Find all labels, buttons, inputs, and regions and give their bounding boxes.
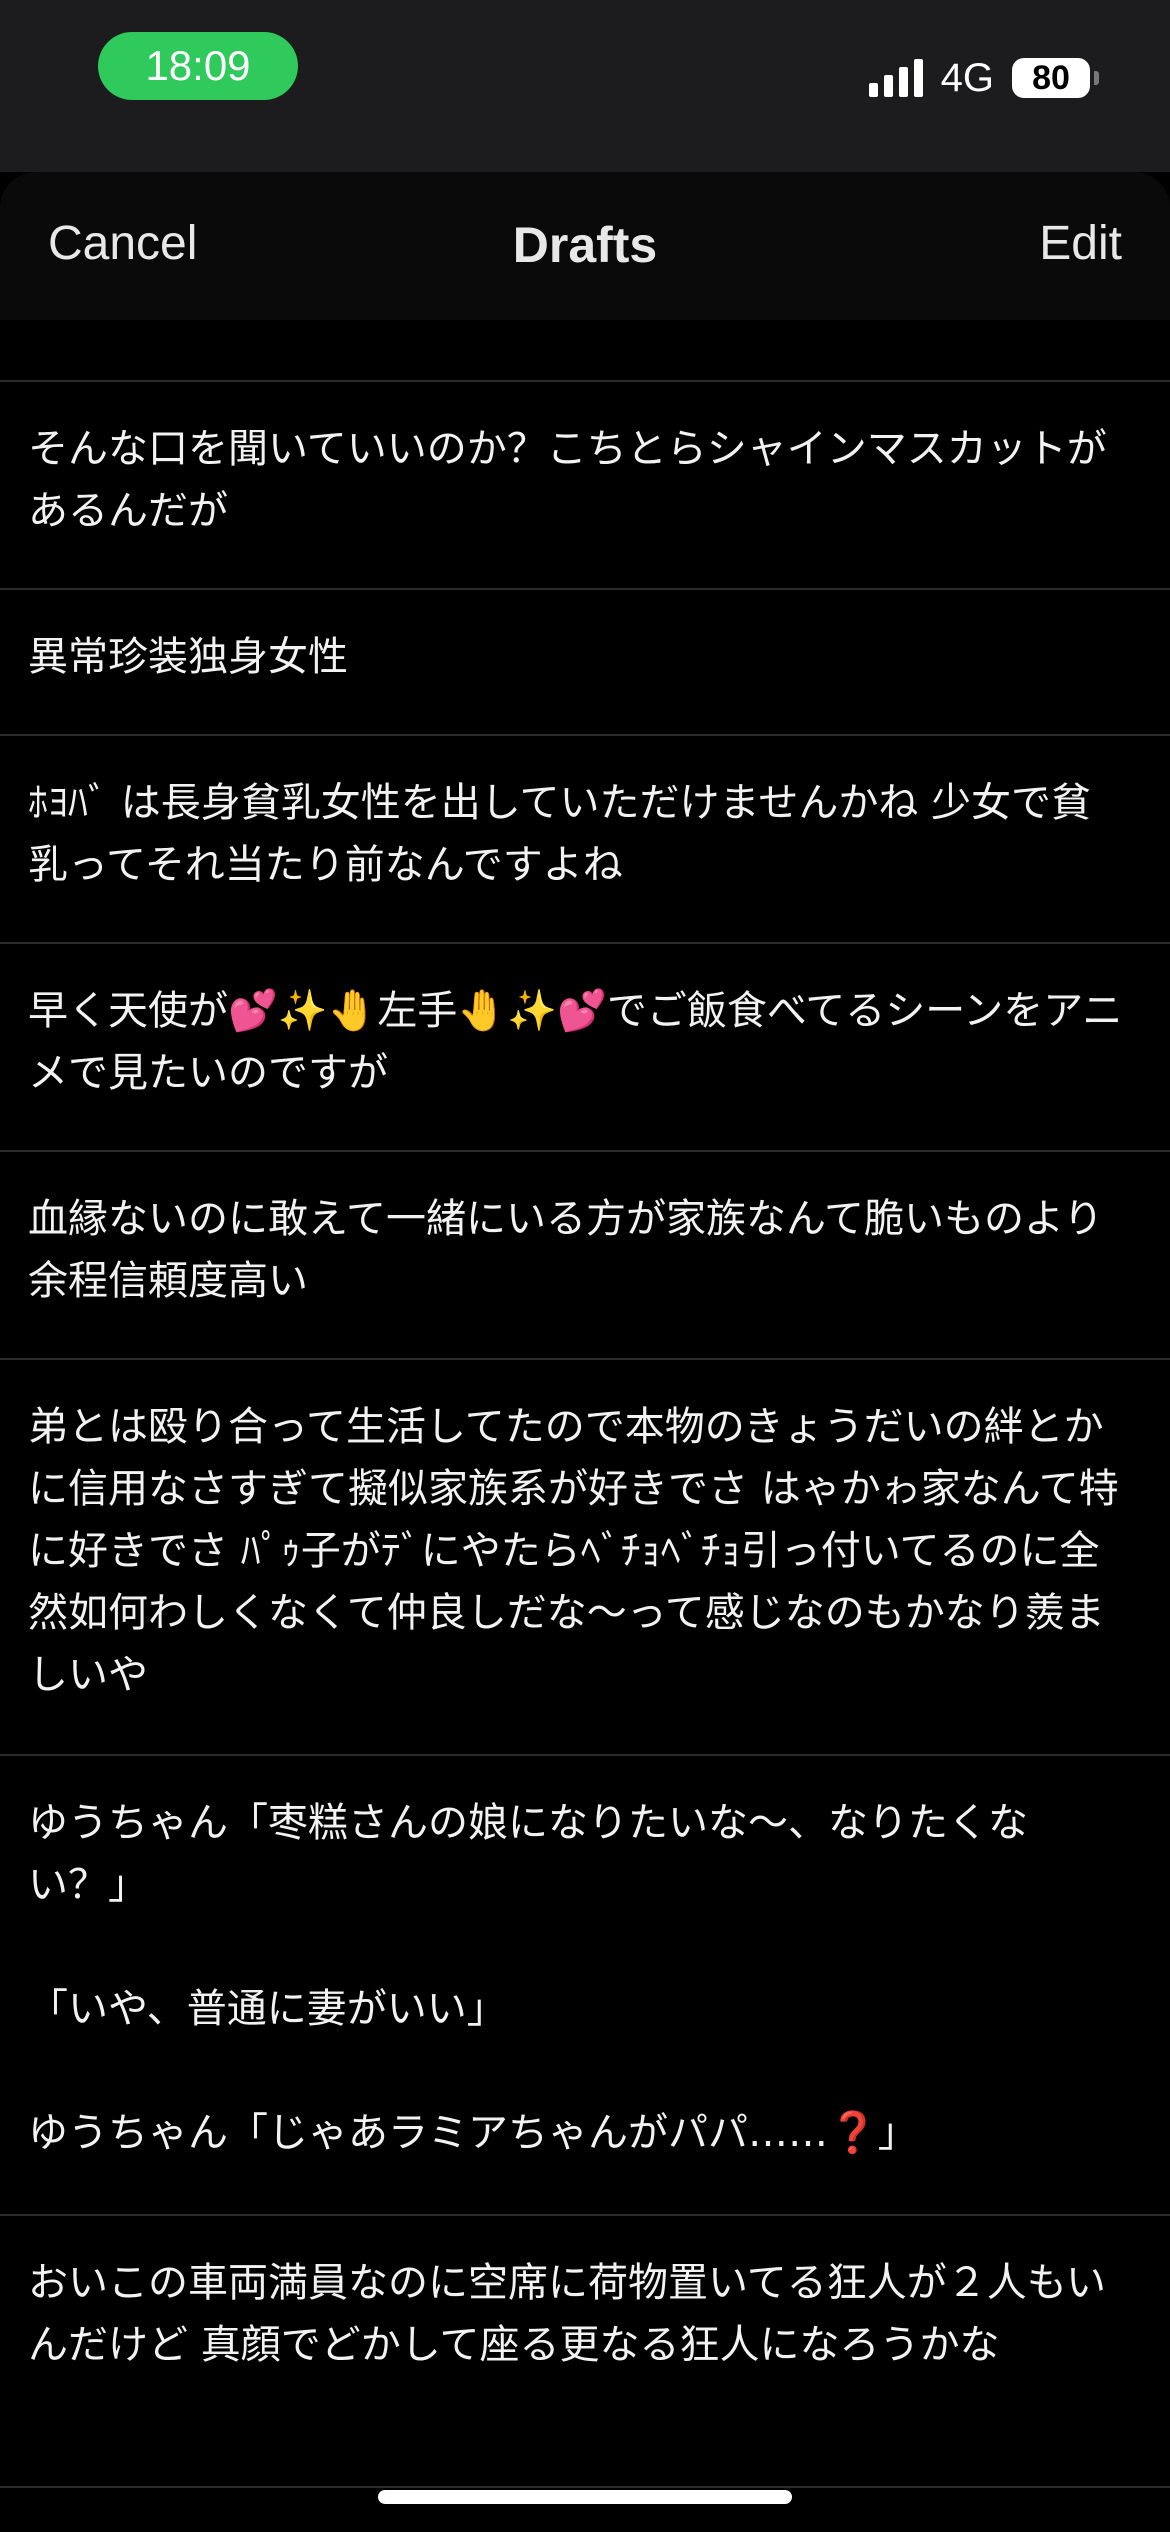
- drafts-sheet: Cancel Drafts Edit そんな口を聞いていいのか？こちとらシャイン…: [0, 172, 1170, 2532]
- status-bar: 18:09 4G 80: [0, 0, 1170, 172]
- network-type-label: 4G: [940, 55, 994, 100]
- draft-item[interactable]: 異常珍装独身女性: [0, 590, 1170, 736]
- navigation-bar: Cancel Drafts Edit: [0, 172, 1170, 320]
- draft-item[interactable]: ﾎﾖﾊﾞ は長身貧乳女性を出していただけませんかね 少女で貧乳ってそれ当たり前な…: [0, 736, 1170, 944]
- home-indicator[interactable]: [378, 2490, 792, 2504]
- draft-item[interactable]: 早く天使が💕✨🤚左手🤚✨💕でご飯食べてるシーンをアニメで見たいのですが: [0, 944, 1170, 1152]
- draft-item[interactable]: ゆうちゃん「枣糕さんの娘になりたいな〜、なりたくない？」 「いや、普通に妻がいい…: [0, 1756, 1170, 2216]
- cellular-signal-icon: [868, 59, 923, 97]
- draft-item[interactable]: 弟とは殴り合って生活してたので本物のきょうだいの絆とかに信用なさすぎて擬似家族系…: [0, 1360, 1170, 1756]
- cancel-button[interactable]: Cancel: [48, 216, 197, 271]
- draft-item[interactable]: そんな口を聞いていいのか？こちとらシャインマスカットがあるんだが: [0, 382, 1170, 590]
- draft-item-partial[interactable]: [0, 320, 1170, 382]
- status-indicators: 4G 80: [868, 50, 1099, 106]
- draft-item[interactable]: おいこの車両満員なのに空席に荷物置いてる狂人が２人もいんだけど 真顔でどかして座…: [0, 2216, 1170, 2488]
- edit-button[interactable]: Edit: [1039, 216, 1122, 271]
- drafts-list: そんな口を聞いていいのか？こちとらシャインマスカットがあるんだが 異常珍装独身女…: [0, 382, 1170, 2488]
- battery-icon: 80: [1012, 58, 1099, 98]
- status-time: 18:09: [98, 32, 298, 100]
- draft-item[interactable]: 血縁ないのに敢えて一緒にいる方が家族なんて脆いものより余程信頼度高い: [0, 1152, 1170, 1360]
